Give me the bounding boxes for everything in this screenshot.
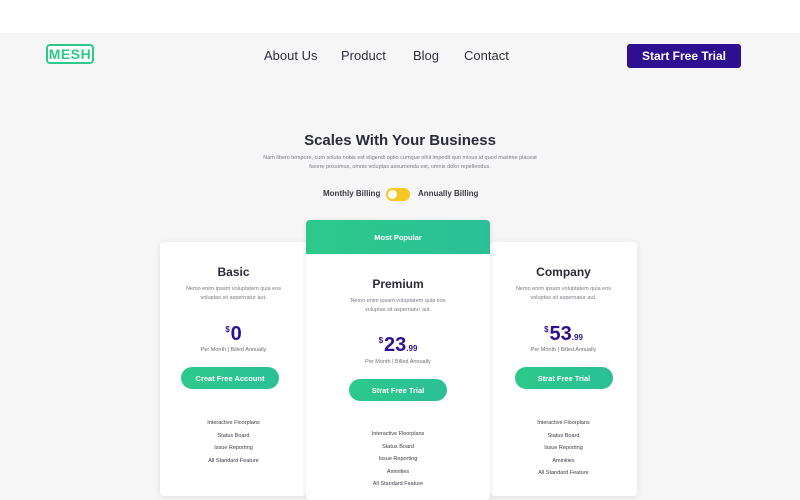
price-currency: $ — [378, 336, 384, 345]
plan-description: Nemo enim ipsam voluptatem quia eos volu… — [350, 298, 446, 313]
feature-item: Issue Reporting — [544, 445, 583, 451]
section-subtitle: Nam libero tempore, cum soluta nobis est… — [263, 155, 537, 170]
top-strip — [0, 0, 800, 33]
plan-name: Basic — [217, 265, 250, 279]
plan-description: Nemo enim ipsam voluptatem quia eos volu… — [185, 286, 282, 301]
feature-list: Interactive Floorplans Status Board Issu… — [490, 417, 637, 480]
price-amount: 23 — [384, 334, 407, 356]
plan-card-company: Company Nemo enim ipsam voluptatem quia … — [490, 242, 637, 496]
feature-item: Status Board — [382, 443, 414, 450]
start-free-trial-button-company[interactable]: Strat Free Trial — [515, 367, 613, 389]
nav-contact[interactable]: Contact — [464, 48, 509, 63]
start-free-trial-button[interactable]: Start Free Trial — [627, 44, 741, 68]
plan-name: Company — [536, 265, 591, 279]
section-title: Scales With Your Business — [304, 132, 496, 149]
create-free-account-button[interactable]: Creat Free Account — [181, 367, 279, 389]
feature-item: Aminities — [386, 468, 410, 475]
plan-price: $23.99 — [306, 334, 490, 357]
feature-item: Issue Reporting — [378, 456, 418, 462]
price-period: Per Month | Billed Annually — [365, 359, 431, 365]
most-popular-badge: Most Popular — [306, 220, 490, 254]
annual-billing-label: Annually Billing — [418, 189, 479, 198]
plan-card-premium: Most Popular Premium Nemo enim ipsam vol… — [306, 220, 490, 500]
start-free-trial-button-premium[interactable]: Strat Free Trial — [349, 379, 447, 401]
feature-item: All Standard Feature — [538, 470, 589, 476]
feature-item: Status Board — [217, 432, 250, 439]
feature-list: Interactive Floorplans Status Board Issu… — [306, 428, 490, 491]
feature-item: Interactive Floorplans — [371, 431, 425, 437]
price-period: Per Month | Billed Annually — [530, 347, 597, 353]
feature-item: All Standard Feature — [208, 457, 259, 464]
plan-description: Nemo enim ipsam voluptatem quia eos volu… — [515, 286, 612, 301]
price-amount: 0 — [230, 323, 242, 345]
feature-item: Status Board — [547, 432, 580, 439]
price-cents: .99 — [406, 344, 418, 353]
plan-price: $53.99 — [490, 323, 637, 346]
price-currency: $ — [225, 325, 230, 334]
feature-item: Issue Reporting — [214, 445, 253, 451]
toggle-knob — [388, 190, 397, 199]
plan-name: Premium — [372, 277, 424, 291]
feature-item: All Standard Feature — [372, 481, 424, 487]
price-amount: 53 — [549, 323, 572, 345]
feature-list: Interactive Floorplans Status Board Issu… — [160, 417, 307, 467]
price-cents: .99 — [571, 333, 583, 342]
feature-item: Interactive Floorplans — [207, 420, 260, 426]
nav-about-us[interactable]: About Us — [264, 48, 317, 63]
nav-blog[interactable]: Blog — [413, 48, 439, 63]
feature-item: Aminities — [552, 457, 575, 464]
monthly-billing-label: Monthly Billing — [323, 189, 381, 198]
nav-product[interactable]: Product — [341, 48, 386, 63]
price-period: Per Month | Billed Annually — [200, 347, 267, 353]
price-currency: $ — [544, 325, 549, 334]
billing-toggle[interactable] — [386, 188, 410, 201]
plan-price: $0 — [160, 323, 307, 346]
plan-card-basic: Basic Nemo enim ipsam voluptatem quia eo… — [160, 242, 307, 496]
feature-item: Interactive Floorplans — [537, 420, 590, 426]
